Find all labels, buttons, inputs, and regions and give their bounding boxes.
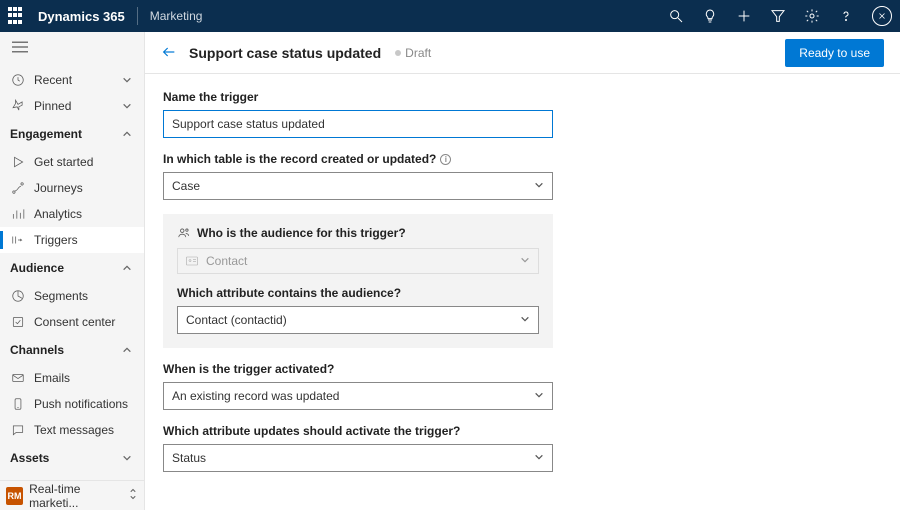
chevron-down-icon — [122, 100, 134, 112]
select-value: Case — [172, 179, 200, 193]
sidebar-group-assets[interactable]: Assets — [0, 443, 144, 473]
sidebar-item-consent-center[interactable]: Consent center — [0, 309, 144, 335]
select-value: An existing record was updated — [172, 389, 339, 403]
divider — [137, 7, 138, 25]
people-icon — [177, 226, 191, 240]
chevron-down-icon — [520, 254, 530, 268]
nav-label: Emails — [34, 371, 70, 385]
select-value: Status — [172, 451, 206, 465]
clock-icon — [10, 72, 26, 88]
chevron-updown-icon — [128, 488, 138, 503]
audience-attr-label: Which attribute contains the audience? — [177, 286, 539, 300]
ready-to-use-button[interactable]: Ready to use — [785, 39, 884, 67]
trigger-form: Name the trigger In which table is the r… — [145, 74, 900, 502]
select-value: Contact — [206, 254, 247, 268]
journey-icon — [10, 180, 26, 196]
sidebar-item-emails[interactable]: Emails — [0, 365, 144, 391]
app-launcher-icon[interactable] — [8, 7, 26, 25]
audience-header: Who is the audience for this trigger? — [177, 226, 539, 240]
info-icon[interactable]: i — [440, 154, 451, 165]
analytics-icon — [10, 206, 26, 222]
sidebar-item-pinned[interactable]: Pinned — [0, 93, 144, 119]
play-icon — [10, 154, 26, 170]
chevron-down-icon — [534, 451, 544, 465]
pin-icon — [10, 98, 26, 114]
group-label: Audience — [10, 261, 64, 275]
sidebar-item-recent[interactable]: Recent — [0, 67, 144, 93]
area-switcher[interactable]: RM Real-time marketi... — [0, 480, 144, 510]
nav-label: Segments — [34, 289, 88, 303]
plus-icon[interactable] — [736, 8, 752, 24]
sidebar-group-engagement[interactable]: Engagement — [0, 119, 144, 149]
search-icon[interactable] — [668, 8, 684, 24]
attribute-updates-label: Which attribute updates should activate … — [163, 424, 882, 438]
nav-label: Analytics — [34, 207, 82, 221]
group-label: Assets — [10, 451, 49, 465]
filter-icon[interactable] — [770, 8, 786, 24]
when-activated-select[interactable]: An existing record was updated — [163, 382, 553, 410]
audience-attr-select[interactable]: Contact (contactid) — [177, 306, 539, 334]
sidebar-item-push[interactable]: Push notifications — [0, 391, 144, 417]
nav-label: Recent — [34, 73, 72, 87]
nav-label: Text messages — [34, 423, 114, 437]
nav-label: Journeys — [34, 181, 83, 195]
chevron-down-icon — [122, 452, 134, 464]
nav-label: Triggers — [34, 233, 78, 247]
trigger-icon — [10, 232, 26, 248]
sidebar: Recent Pinned Engagement Get started Jou… — [0, 32, 145, 510]
group-label: Channels — [10, 343, 64, 357]
message-icon — [10, 422, 26, 438]
chevron-down-icon — [122, 74, 134, 86]
chevron-up-icon — [122, 344, 134, 356]
page-title: Support case status updated — [189, 45, 381, 61]
when-activated-label: When is the trigger activated? — [163, 362, 882, 376]
table-label: In which table is the record created or … — [163, 152, 882, 166]
top-navigation-bar: Dynamics 365 Marketing — [0, 0, 900, 32]
brand-label: Dynamics 365 — [38, 9, 125, 24]
hamburger-icon[interactable] — [0, 32, 144, 67]
segments-icon — [10, 288, 26, 304]
name-trigger-label: Name the trigger — [163, 90, 882, 104]
status-dot-icon — [395, 50, 401, 56]
chevron-down-icon — [534, 389, 544, 403]
table-select[interactable]: Case — [163, 172, 553, 200]
audience-entity-select[interactable]: Contact — [177, 248, 539, 274]
contact-card-icon — [186, 255, 200, 267]
sidebar-group-channels[interactable]: Channels — [0, 335, 144, 365]
email-icon — [10, 370, 26, 386]
sidebar-group-audience[interactable]: Audience — [0, 253, 144, 283]
sidebar-item-segments[interactable]: Segments — [0, 283, 144, 309]
status-badge: Draft — [405, 46, 431, 60]
back-button[interactable] — [161, 44, 179, 62]
nav-label: Pinned — [34, 99, 71, 113]
user-avatar[interactable] — [872, 6, 892, 26]
chevron-down-icon — [520, 313, 530, 327]
nav-label: Consent center — [34, 315, 115, 329]
page-header: Support case status updated Draft Ready … — [145, 32, 900, 74]
name-trigger-input[interactable] — [163, 110, 553, 138]
area-badge: RM — [6, 487, 23, 505]
nav-label: Push notifications — [34, 397, 128, 411]
attribute-updates-select[interactable]: Status — [163, 444, 553, 472]
consent-icon — [10, 314, 26, 330]
sidebar-item-get-started[interactable]: Get started — [0, 149, 144, 175]
sidebar-item-analytics[interactable]: Analytics — [0, 201, 144, 227]
lightbulb-icon[interactable] — [702, 8, 718, 24]
group-label: Engagement — [10, 127, 82, 141]
main-content: Support case status updated Draft Ready … — [145, 32, 900, 510]
sidebar-item-text[interactable]: Text messages — [0, 417, 144, 443]
chevron-up-icon — [122, 128, 134, 140]
audience-panel: Who is the audience for this trigger? Co… — [163, 214, 553, 348]
area-label: Real-time marketi... — [29, 482, 128, 510]
gear-icon[interactable] — [804, 8, 820, 24]
nav-label: Get started — [34, 155, 93, 169]
sidebar-item-triggers[interactable]: Triggers — [0, 227, 144, 253]
select-value: Contact (contactid) — [186, 313, 287, 327]
help-icon[interactable] — [838, 8, 854, 24]
push-icon — [10, 396, 26, 412]
chevron-up-icon — [122, 262, 134, 274]
module-label: Marketing — [150, 9, 203, 23]
chevron-down-icon — [534, 179, 544, 193]
sidebar-item-journeys[interactable]: Journeys — [0, 175, 144, 201]
